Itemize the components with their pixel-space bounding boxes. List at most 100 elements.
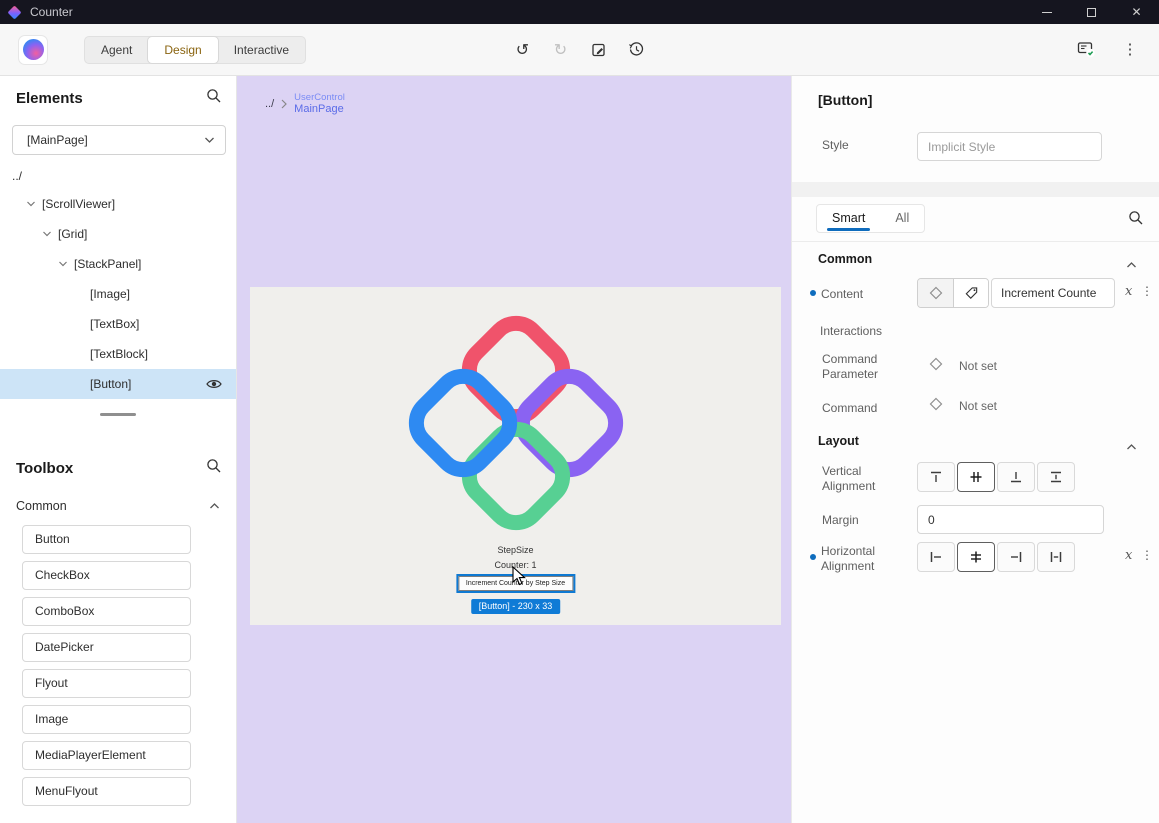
literal-mode-button[interactable]	[953, 279, 988, 307]
stepsize-label: StepSize	[250, 545, 781, 555]
toolbox-item-combobox[interactable]: ComboBox	[22, 597, 191, 626]
command-parameter-value: Not set	[959, 359, 997, 373]
breadcrumb-root[interactable]: ../	[265, 98, 274, 110]
command-bind-button[interactable]	[929, 397, 943, 416]
maximize-button[interactable]	[1069, 0, 1114, 24]
interactions-title: Interactions	[820, 324, 882, 338]
chevron-down-icon[interactable]	[56, 260, 70, 268]
tree-item-root[interactable]: ../	[0, 163, 236, 189]
kebab-icon: ⋮	[1123, 42, 1138, 57]
tree-item-textbox[interactable]: [TextBox]	[0, 309, 236, 339]
valign-stretch-button[interactable]	[1037, 462, 1075, 492]
content-modified-dot	[810, 290, 816, 296]
redo-icon: ↻	[554, 40, 567, 60]
studio-logo-button[interactable]	[18, 35, 48, 65]
chevron-up-icon	[1126, 261, 1137, 269]
toolbox-list: Button CheckBox ComboBox DatePicker Flyo…	[22, 525, 236, 806]
chevron-down-icon[interactable]	[40, 230, 54, 238]
redo-button[interactable]: ↻	[548, 37, 574, 63]
design-canvas[interactable]: ../ UserControl MainPage StepSize Counte	[237, 76, 791, 823]
halign-stretch-button[interactable]	[1037, 542, 1075, 572]
tab-all[interactable]: All	[880, 205, 924, 232]
tab-all-label: All	[895, 211, 909, 225]
halign-left-button[interactable]	[917, 542, 955, 572]
section-common-title: Common	[818, 252, 872, 266]
status-check-icon	[1077, 41, 1096, 58]
undo-button[interactable]: ↺	[510, 37, 536, 63]
toolbox-item-flyout[interactable]: Flyout	[22, 669, 191, 698]
horizontal-alignment-label: Horizontal Alignment	[821, 544, 897, 574]
properties-search-button[interactable]	[1128, 210, 1144, 231]
margin-input[interactable]	[917, 505, 1104, 534]
search-icon	[1128, 210, 1144, 226]
content-value-input[interactable]: Increment Counte	[991, 278, 1115, 308]
valign-center-button[interactable]	[957, 462, 995, 492]
tree-item-grid[interactable]: [Grid]	[0, 219, 236, 249]
style-input[interactable]	[917, 132, 1102, 161]
command-value: Not set	[959, 399, 997, 413]
tab-agent[interactable]: Agent	[85, 37, 148, 63]
toolbox-item-checkbox[interactable]: CheckBox	[22, 561, 191, 590]
vertical-alignment-group	[917, 462, 1075, 492]
left-panel: Elements [MainPage] ../	[0, 76, 237, 823]
tree-item-scrollviewer[interactable]: [ScrollViewer]	[0, 189, 236, 219]
halign-right-button[interactable]	[997, 542, 1035, 572]
section-layout-collapse[interactable]	[1126, 438, 1137, 456]
section-common-collapse[interactable]	[1126, 256, 1137, 274]
tree-item-button[interactable]: [Button]	[0, 369, 236, 399]
close-button[interactable]: ✕	[1114, 0, 1159, 24]
style-label: Style	[822, 138, 849, 152]
overflow-menu-button[interactable]: ⋮	[1117, 37, 1143, 63]
undo-icon: ↺	[516, 40, 529, 60]
toolbox-item-image[interactable]: Image	[22, 705, 191, 734]
tree-item-textblock[interactable]: [TextBlock]	[0, 339, 236, 369]
toolbar: Agent Design Interactive ↺ ↻	[0, 24, 1159, 76]
breadcrumb-page[interactable]: UserControl MainPage	[294, 92, 345, 115]
toolbox-item-mediaplayerelement[interactable]: MediaPlayerElement	[22, 741, 191, 770]
tab-smart[interactable]: Smart	[817, 205, 880, 232]
page-scope-value: [MainPage]	[27, 133, 88, 147]
section-layout-title: Layout	[818, 434, 859, 448]
page-scope-dropdown[interactable]: [MainPage]	[12, 125, 226, 155]
toolbox-item-button[interactable]: Button	[22, 525, 191, 554]
valign-top-button[interactable]	[917, 462, 955, 492]
binding-mode-button[interactable]	[918, 279, 953, 307]
property-tabs: Smart All	[816, 204, 925, 233]
history-button[interactable]	[624, 37, 650, 63]
align-left-icon	[928, 549, 944, 565]
halign-binding-function-icon[interactable]: x	[1125, 548, 1132, 563]
tree-item-stackpanel[interactable]: [StackPanel]	[0, 249, 236, 279]
element-tree: ../ [ScrollViewer] [Grid] [StackPanel] […	[0, 163, 236, 399]
chevron-down-icon[interactable]	[24, 200, 38, 208]
edit-source-button[interactable]	[586, 37, 612, 63]
properties-panel: [Button] Style Smart All Common	[791, 76, 1159, 823]
status-check-button[interactable]	[1073, 37, 1099, 63]
studio-logo-icon	[23, 39, 44, 60]
valign-bottom-button[interactable]	[997, 462, 1035, 492]
content-options-button[interactable]: ⋮	[1141, 285, 1153, 297]
breadcrumb: ../ UserControl MainPage	[265, 92, 345, 115]
minimize-icon	[1042, 12, 1052, 13]
align-horizontal-center-icon	[968, 549, 984, 565]
align-vertical-stretch-icon	[1048, 469, 1064, 485]
toolbox-section-common[interactable]: Common	[0, 499, 236, 513]
command-parameter-bind-button[interactable]	[929, 357, 943, 376]
toolbox-item-menuflyout[interactable]: MenuFlyout	[22, 777, 191, 806]
panel-splitter[interactable]	[100, 413, 136, 416]
toolbox-search-button[interactable]	[206, 458, 222, 479]
tree-item-image[interactable]: [Image]	[0, 279, 236, 309]
halign-center-button[interactable]	[957, 542, 995, 572]
tab-interactive[interactable]: Interactive	[218, 37, 305, 63]
tree-item-label: [TextBlock]	[90, 347, 148, 361]
elements-search-button[interactable]	[206, 88, 222, 109]
binding-function-icon[interactable]: x	[1125, 284, 1132, 299]
toolbox-item-datepicker[interactable]: DatePicker	[22, 633, 191, 662]
tab-design[interactable]: Design	[147, 36, 218, 64]
tab-agent-label: Agent	[101, 43, 132, 57]
halign-options-button[interactable]: ⋮	[1141, 549, 1153, 561]
binding-diamond-icon	[929, 286, 943, 300]
tree-item-label: [Grid]	[58, 227, 87, 241]
visibility-toggle[interactable]	[206, 378, 222, 390]
minimize-button[interactable]	[1024, 0, 1069, 24]
eye-icon	[206, 378, 222, 390]
